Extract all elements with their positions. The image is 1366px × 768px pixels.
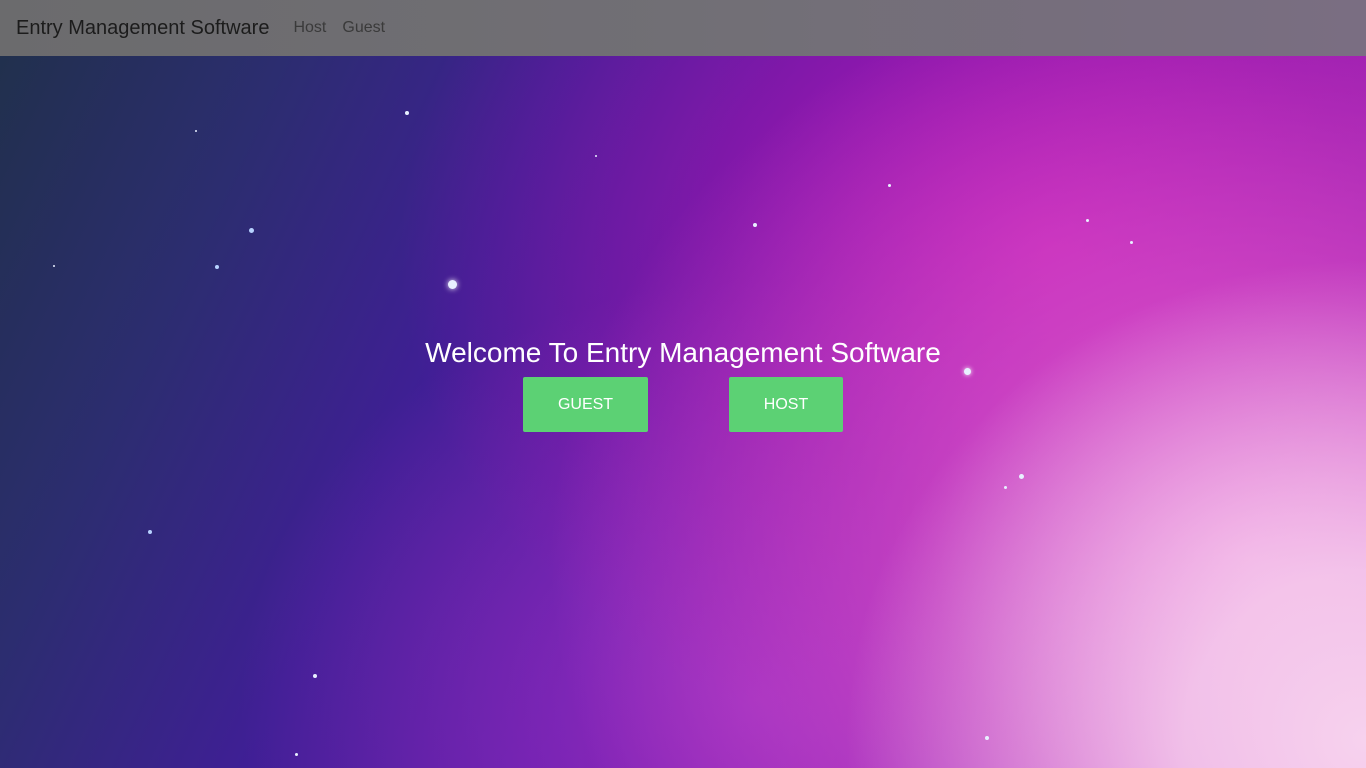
star-decoration: [1004, 486, 1007, 489]
star-decoration: [888, 184, 891, 187]
star-decoration: [1086, 219, 1089, 222]
star-decoration: [215, 265, 219, 269]
star-decoration: [595, 155, 597, 157]
star-decoration: [53, 265, 55, 267]
star-decoration: [448, 280, 457, 289]
welcome-heading: Welcome To Entry Management Software: [425, 337, 941, 368]
star-decoration: [295, 753, 298, 756]
hero-section: Welcome To Entry Management Software: [0, 336, 1366, 370]
star-decoration: [195, 130, 197, 132]
star-decoration: [1019, 474, 1024, 479]
star-decoration: [249, 228, 254, 233]
star-decoration: [1130, 241, 1133, 244]
guest-button[interactable]: GUEST: [523, 377, 648, 432]
navbar-brand[interactable]: Entry Management Software: [16, 17, 269, 40]
nav-link-guest[interactable]: Guest: [334, 19, 393, 37]
host-button[interactable]: HOST: [729, 377, 843, 432]
page-background: Entry Management Software Host Guest Wel…: [0, 0, 1366, 768]
nav-link-host[interactable]: Host: [285, 19, 334, 37]
star-decoration: [753, 223, 757, 227]
star-decoration: [985, 736, 989, 740]
top-navbar: Entry Management Software Host Guest: [0, 0, 1366, 56]
star-decoration: [313, 674, 317, 678]
star-decoration: [405, 111, 409, 115]
star-decoration: [148, 530, 152, 534]
